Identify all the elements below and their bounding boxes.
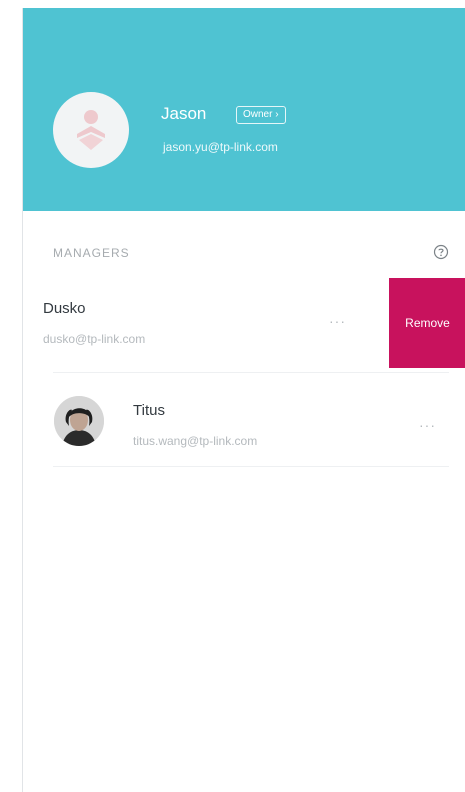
manager-row[interactable]: Titus titus.wang@tp-link.com ··· [23,376,465,464]
owner-email: jason.yu@tp-link.com [163,140,278,154]
manager-email: dusko@tp-link.com [43,332,146,346]
role-badge[interactable]: Owner › [236,106,286,124]
manager-email: titus.wang@tp-link.com [133,434,258,448]
owner-avatar [53,92,129,168]
row-divider [53,372,449,373]
manager-name: Titus [133,402,165,419]
avatar [54,396,104,446]
chevron-right-icon: › [275,109,279,120]
more-dots-icon[interactable]: ··· [419,418,436,432]
default-user-icon [77,110,105,150]
question-circle-icon[interactable] [433,244,449,260]
owner-header: Jason Owner › jason.yu@tp-link.com [23,8,465,211]
remove-button[interactable]: Remove [389,278,465,368]
managers-section-title: MANAGERS [53,246,130,260]
more-dots-icon[interactable]: ··· [329,314,346,328]
owner-name: Jason [161,104,207,123]
app-screen: Jason Owner › jason.yu@tp-link.com MANAG… [22,8,465,792]
titus-photo [54,396,104,446]
role-label: Owner [243,109,273,120]
row-divider [53,466,449,467]
manager-name: Dusko [43,300,86,317]
